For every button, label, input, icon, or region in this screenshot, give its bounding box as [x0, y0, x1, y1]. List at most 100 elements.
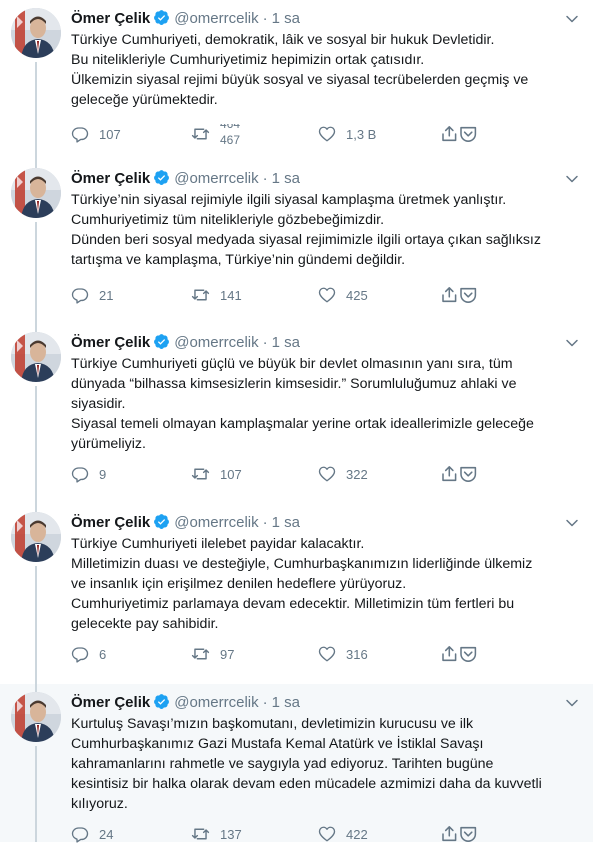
separator-dot: · [262, 10, 268, 27]
chevron-down-icon[interactable] [565, 12, 579, 26]
share-button[interactable] [441, 285, 481, 305]
share-button[interactable] [441, 644, 481, 664]
like-count: 425 [346, 287, 368, 303]
retweet-count: 107 [220, 466, 242, 482]
author-handle[interactable]: @omerrcelik [174, 514, 258, 531]
tweet[interactable]: Ömer Çelik @omerrcelik · 1 sa Türkiye Cumhur… [0, 0, 593, 160]
tweet-header: Ömer Çelik @omerrcelik · 1 sa [71, 693, 300, 713]
separator-dot: · [262, 334, 268, 351]
avatar[interactable] [11, 8, 61, 58]
like-button[interactable]: 422 [318, 824, 368, 844]
avatar[interactable] [11, 332, 61, 382]
tweet-text-line: Ülkemizin siyasal rejimi büyük sosyal ve… [71, 72, 529, 88]
like-count: 422 [346, 826, 368, 842]
author-handle[interactable]: @omerrcelik [174, 170, 258, 187]
thread-connector-line-top [35, 160, 37, 168]
like-button[interactable]: 1,3 B [318, 124, 376, 144]
tweet-text-line: Cumhuriyetimiz parlamaya devam edecektir… [71, 596, 515, 612]
tweet-text-line: tartışma ve kamplaşma, Türkiye’nin günde… [71, 252, 406, 268]
retweet-count-animating: 464 467 [220, 124, 260, 144]
verified-badge-icon [153, 169, 170, 192]
chevron-down-icon[interactable] [565, 516, 579, 530]
chevron-down-icon[interactable] [565, 172, 579, 186]
like-button[interactable]: 425 [318, 285, 368, 305]
retweet-button[interactable]: 97 [191, 644, 234, 664]
tweet-text-line: ve insanlık için erişilmez denilen hedef… [71, 576, 407, 592]
reply-count: 21 [99, 287, 114, 303]
thread-connector-line [35, 746, 37, 842]
thread-connector-line [35, 566, 37, 684]
share-button[interactable] [441, 824, 481, 844]
retweet-icon [191, 286, 210, 304]
avatar[interactable] [11, 168, 61, 218]
like-button[interactable]: 316 [318, 644, 368, 664]
author-name[interactable]: Ömer Çelik [71, 334, 150, 351]
tweet-text-line: siyasidir. [71, 396, 126, 412]
share-icon [441, 825, 481, 843]
like-icon [318, 465, 336, 483]
reply-button[interactable]: 21 [71, 285, 113, 305]
tweet-text-line: yürümeliyiz. [71, 436, 146, 452]
reply-count: 107 [99, 126, 121, 142]
author-name[interactable]: Ömer Çelik [71, 10, 150, 27]
separator-dot: · [262, 514, 268, 531]
like-icon [318, 825, 336, 843]
tweet[interactable]: Ömer Çelik @omerrcelik · 1 sa Türkiye Cumhur… [0, 504, 593, 684]
reply-button[interactable]: 24 [71, 824, 113, 844]
retweet-icon [191, 645, 210, 663]
tweet-text-line: Türkiye Cumhuriyeti ilelebet payidar kal… [71, 536, 365, 552]
chevron-down-icon[interactable] [565, 336, 579, 350]
tweet[interactable]: Ömer Çelik @omerrcelik · 1 sa Kurtuluş Savaş… [0, 684, 593, 844]
author-handle[interactable]: @omerrcelik [174, 10, 258, 27]
reply-button[interactable]: 107 [71, 124, 121, 144]
reply-button[interactable]: 9 [71, 464, 106, 484]
tweet-text: Türkiye’nin siyasal rejimiyle ilgili siy… [71, 190, 581, 270]
reply-button[interactable]: 6 [71, 644, 106, 664]
retweet-count: 141 [220, 287, 242, 303]
tweet-timestamp[interactable]: 1 sa [272, 514, 300, 531]
thread-connector-line-top [35, 504, 37, 512]
author-name[interactable]: Ömer Çelik [71, 694, 150, 711]
share-icon [441, 286, 481, 304]
tweet-text-line: Milletimizin duası ve desteğiyle, Cumhur… [71, 556, 533, 572]
tweet-header: Ömer Çelik @omerrcelik · 1 sa [71, 169, 300, 189]
share-icon [441, 465, 481, 483]
tweet-text-line: Cumhurbaşkanımız Gazi Mustafa Kemal Atat… [71, 736, 484, 752]
chevron-down-icon[interactable] [565, 696, 579, 710]
tweet-timestamp[interactable]: 1 sa [272, 10, 300, 27]
tweet-text: Kurtuluş Savaşı’mızın başkomutanı, devle… [71, 714, 581, 814]
share-button[interactable] [441, 464, 481, 484]
retweet-button[interactable]: 107 [191, 464, 242, 484]
author-handle[interactable]: @omerrcelik [174, 334, 258, 351]
author-handle[interactable]: @omerrcelik [174, 694, 258, 711]
reply-icon [71, 645, 89, 663]
tweet-timestamp[interactable]: 1 sa [272, 694, 300, 711]
retweet-icon [191, 825, 210, 843]
verified-badge-icon [153, 513, 170, 536]
share-button[interactable] [441, 124, 481, 144]
tweet-timestamp[interactable]: 1 sa [272, 170, 300, 187]
author-name[interactable]: Ömer Çelik [71, 514, 150, 531]
tweet-text-line: gelecekte pay sahibidir. [71, 616, 219, 632]
tweet-actions: 107 464 467 1,3 B [71, 124, 477, 144]
separator-dot: · [262, 694, 268, 711]
author-name[interactable]: Ömer Çelik [71, 170, 150, 187]
retweet-button[interactable]: 141 [191, 285, 242, 305]
avatar[interactable] [11, 692, 61, 742]
tweet-timestamp[interactable]: 1 sa [272, 334, 300, 351]
verified-badge-icon [153, 9, 170, 32]
tweet[interactable]: Ömer Çelik @omerrcelik · 1 sa Türkiye Cumhur… [0, 324, 593, 504]
share-icon [441, 125, 481, 143]
verified-badge-icon [153, 333, 170, 356]
separator-dot: · [262, 170, 268, 187]
like-button[interactable]: 322 [318, 464, 368, 484]
retweet-button[interactable]: 137 [191, 824, 242, 844]
avatar[interactable] [11, 512, 61, 562]
retweet-button[interactable]: 464 467 [191, 124, 260, 144]
retweet-count: 137 [220, 826, 242, 842]
tweet[interactable]: Ömer Çelik @omerrcelik · 1 sa Türkiye’nin si… [0, 160, 593, 324]
tweet-text-line: kılıyoruz. [71, 796, 128, 812]
thread-connector-line [35, 386, 37, 504]
thread-connector-line-top [35, 324, 37, 332]
like-icon [318, 286, 336, 304]
